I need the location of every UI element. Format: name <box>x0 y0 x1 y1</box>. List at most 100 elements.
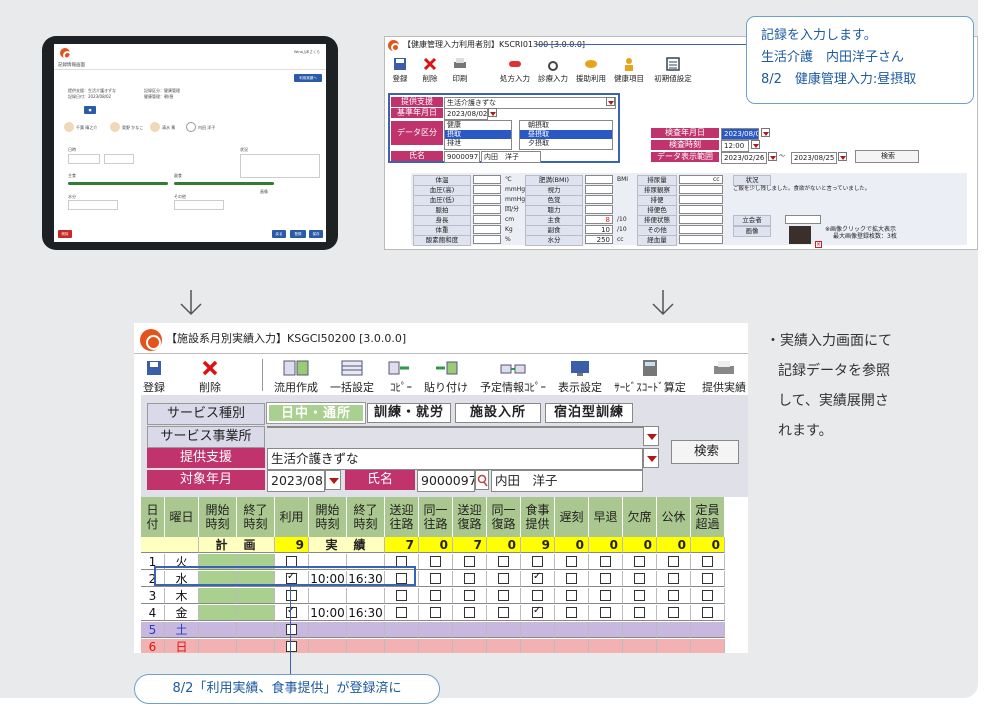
tab-overnight[interactable]: 宿泊型訓練 <box>545 403 633 423</box>
grid-cell[interactable] <box>347 622 385 638</box>
checkbox[interactable] <box>634 590 645 601</box>
vital-field[interactable] <box>473 205 501 214</box>
copy-button[interactable]: ｺﾋﾟｰ <box>384 359 418 395</box>
checkbox[interactable] <box>532 571 543 584</box>
grid-cell[interactable] <box>309 639 347 653</box>
vital-field[interactable] <box>679 215 723 224</box>
list-item[interactable]: 夕摂取 <box>520 139 612 148</box>
grid-cell[interactable] <box>419 571 453 587</box>
status-field[interactable] <box>240 154 320 178</box>
grid-cell[interactable] <box>385 639 419 653</box>
checkbox[interactable] <box>566 573 577 584</box>
vital-field[interactable] <box>585 195 613 204</box>
meal-photo-thumbnail[interactable] <box>789 226 811 244</box>
grid-cell[interactable] <box>419 554 453 570</box>
checkbox[interactable] <box>286 605 297 618</box>
grid-cell[interactable] <box>623 639 657 653</box>
grid-cell[interactable]: 10:00 <box>309 605 347 621</box>
checkbox[interactable] <box>498 573 509 584</box>
tab-facility[interactable]: 施設入所 <box>455 403 541 423</box>
chevron-down-icon[interactable] <box>751 140 760 149</box>
grid-cell[interactable] <box>623 605 657 621</box>
chevron-down-icon[interactable] <box>643 448 659 468</box>
grid-cell[interactable] <box>657 622 691 638</box>
checkbox[interactable] <box>464 607 475 618</box>
grid-cell[interactable] <box>623 588 657 604</box>
grid-cell[interactable] <box>589 605 623 621</box>
vital-field[interactable] <box>679 205 723 214</box>
tablet-tab[interactable]: ● <box>84 106 96 114</box>
grid-cell[interactable] <box>657 605 691 621</box>
checkbox[interactable] <box>634 607 645 618</box>
avatar[interactable] <box>186 122 196 132</box>
grid-cell[interactable] <box>691 605 725 621</box>
grid-cell[interactable] <box>275 605 309 621</box>
vital-field[interactable] <box>473 175 501 184</box>
chevron-down-icon[interactable] <box>606 97 615 106</box>
grid-cell[interactable] <box>555 571 589 587</box>
grid-cell[interactable] <box>487 588 521 604</box>
list-item[interactable]: 健康 <box>445 121 511 130</box>
grid-cell[interactable] <box>521 605 555 621</box>
vital-field[interactable] <box>679 225 723 234</box>
support-field[interactable]: 生活介護きずな <box>267 448 643 470</box>
checkbox[interactable] <box>600 590 611 601</box>
check-time-field[interactable]: 12:00 <box>721 140 749 152</box>
list-item[interactable]: 朝摂取 <box>520 121 612 130</box>
chevron-down-icon[interactable] <box>643 426 659 446</box>
grid-cell[interactable] <box>453 639 487 653</box>
reuse-create-button[interactable]: 流用作成 <box>268 359 324 395</box>
checkbox[interactable] <box>430 607 441 618</box>
medical-button[interactable]: 診療入力 <box>535 57 571 84</box>
checkbox[interactable] <box>498 556 509 567</box>
grid-cell[interactable] <box>589 622 623 638</box>
chevron-down-icon[interactable] <box>838 152 847 161</box>
grid-cell[interactable] <box>309 588 347 604</box>
service-code-calc-button[interactable]: ｻｰﾋﾞｽｺｰﾄﾞ算定 <box>614 359 686 395</box>
chevron-down-icon[interactable] <box>325 470 341 490</box>
checkbox[interactable] <box>464 556 475 567</box>
check-date-field[interactable]: 2023/08/02 <box>721 128 759 140</box>
tab-training[interactable]: 訓練・就労 <box>367 403 451 423</box>
checkbox[interactable] <box>464 573 475 584</box>
tablet-to-results-button[interactable]: 利用実績へ <box>294 74 322 82</box>
grid-cell[interactable] <box>487 571 521 587</box>
checkbox[interactable] <box>430 573 441 584</box>
list-item[interactable]: 摂取 <box>445 130 511 139</box>
checkbox[interactable] <box>668 590 679 601</box>
grid-cell[interactable] <box>657 571 691 587</box>
tablet-save-button[interactable]: 保存 <box>309 230 323 238</box>
vital-field[interactable] <box>473 195 501 204</box>
grid-cell[interactable] <box>453 605 487 621</box>
grid-cell[interactable] <box>521 639 555 653</box>
water-field[interactable] <box>68 200 118 210</box>
chevron-down-icon[interactable] <box>768 152 777 161</box>
grid-cell[interactable] <box>487 622 521 638</box>
health-items-button[interactable]: 健康項目 <box>611 57 647 84</box>
checkbox[interactable] <box>702 607 713 618</box>
delete-button[interactable]: 削除 <box>419 57 441 84</box>
grid-cell[interactable] <box>691 554 725 570</box>
tablet-back-button[interactable]: 戻る <box>272 230 286 238</box>
list-item[interactable]: 排泄 <box>445 139 511 148</box>
grid-cell[interactable] <box>521 622 555 638</box>
vital-field[interactable]: 8 <box>585 215 613 224</box>
checkbox[interactable] <box>396 607 407 618</box>
grid-cell[interactable] <box>275 622 309 638</box>
range-from-field[interactable]: 2023/02/26 <box>721 152 767 164</box>
checkbox[interactable] <box>532 605 543 618</box>
grid-cell[interactable] <box>385 588 419 604</box>
checkbox[interactable] <box>498 590 509 601</box>
grid-cell[interactable] <box>623 622 657 638</box>
grid-cell[interactable] <box>691 588 725 604</box>
other-field[interactable] <box>174 200 224 210</box>
target-month-field[interactable]: 2023/08 <box>267 470 325 492</box>
checkbox[interactable] <box>566 556 577 567</box>
search-button[interactable]: 検索 <box>855 150 919 163</box>
grid-cell[interactable] <box>487 639 521 653</box>
grid-cell[interactable] <box>453 588 487 604</box>
data-kind-sub-list[interactable]: 朝摂取 昼摂取 夕摂取 <box>519 120 613 150</box>
data-kind-list[interactable]: 健康 摂取 排泄 <box>444 120 512 150</box>
grid-cell[interactable] <box>419 605 453 621</box>
vital-field[interactable] <box>679 185 723 194</box>
